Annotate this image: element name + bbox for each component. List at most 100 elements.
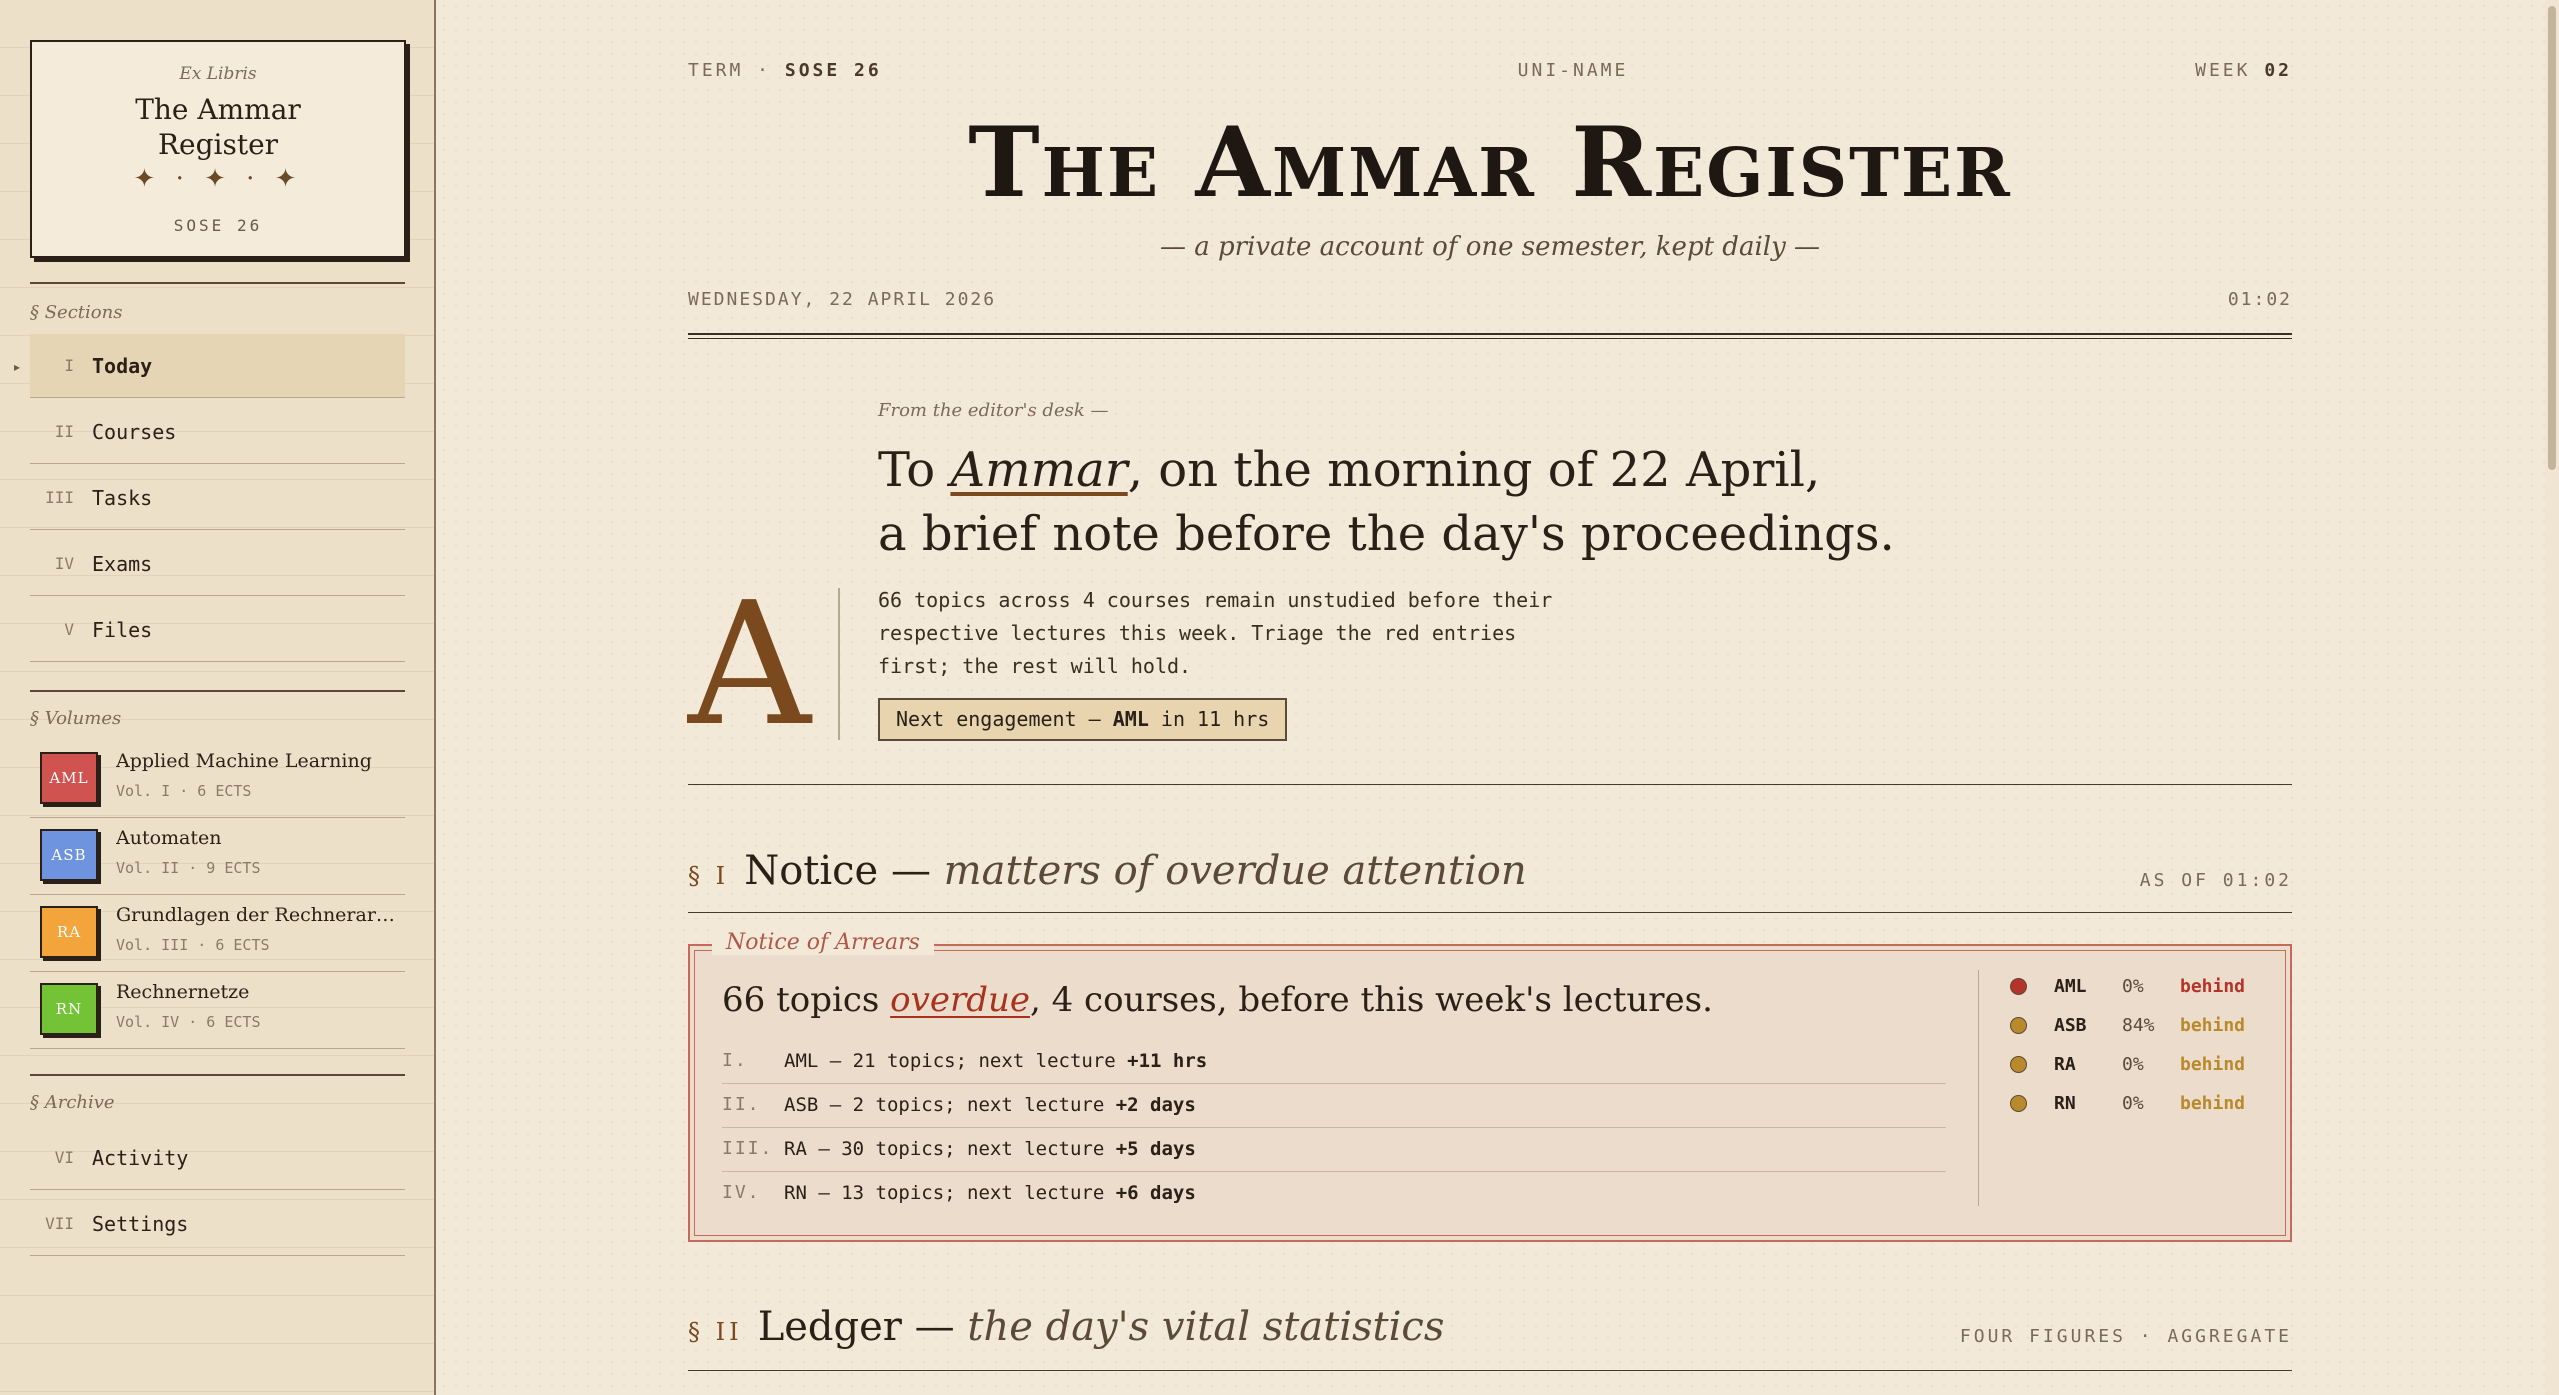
sidebar-divider (30, 690, 405, 692)
sidebar-item-tasks[interactable]: III Tasks (30, 466, 405, 530)
volume-meta: Vol. I · 6 ECTS (116, 782, 252, 800)
status-pct: 0% (2122, 976, 2144, 997)
sidebar-item-num: III (45, 488, 74, 507)
status-dot-icon (2010, 978, 2027, 995)
arrears-row-rn[interactable]: IV. RN — 13 topics; next lecture +6 days (722, 1172, 1946, 1216)
sidebar-item-num: VI (54, 1148, 74, 1167)
arrears-row-desc: AML — 21 topics; next lecture (784, 1050, 1128, 1072)
volume-meta: Vol. III · 6 ECTS (116, 936, 270, 954)
ledger-right-label: FOUR FIGURES · AGGREGATE (1959, 1326, 2292, 1347)
status-state: behind (2180, 1093, 2246, 1114)
week-value: 02 (2264, 60, 2292, 81)
sidebar-item-label: Today (92, 354, 153, 378)
engage-prefix: Next engagement — (896, 707, 1113, 731)
ledger-section-num: § II (688, 1318, 743, 1346)
sidebar-item-courses[interactable]: II Courses (30, 400, 405, 464)
engage-course: AML (1112, 707, 1149, 731)
volume-badge: RN (40, 983, 98, 1035)
headline-pre: 66 topics (722, 980, 891, 1020)
volume-item-asb[interactable]: ASB Automaten Vol. II · 9 ECTS (30, 819, 405, 895)
headline-em: overdue (890, 980, 1030, 1020)
notice-title: Notice — matters of overdue attention (744, 848, 1526, 894)
sidebar-item-activity[interactable]: VI Activity (30, 1126, 405, 1190)
sections-heading: § Sections (30, 302, 123, 323)
exlibris-plate[interactable]: Ex Libris The Ammar Register ✦ · ✦ · ✦ S… (30, 40, 406, 258)
arrears-row-desc: ASB — 2 topics; next lecture (784, 1094, 1116, 1116)
arrears-row-text: RA — 30 topics; next lecture +5 days (784, 1138, 1196, 1160)
arrears-row-desc: RA — 30 topics; next lecture (784, 1138, 1116, 1160)
sidebar-item-num: VII (45, 1214, 74, 1233)
week-indicator: WEEK 02 (2092, 60, 2292, 81)
volume-meta: Vol. II · 9 ECTS (116, 859, 261, 877)
greet-line2: a brief note before the day's proceeding… (878, 506, 1895, 562)
arrears-row-ra[interactable]: III. RA — 30 topics; next lecture +5 day… (722, 1128, 1946, 1172)
section-rule (688, 784, 2292, 785)
scrollbar-track[interactable] (2545, 0, 2559, 1395)
arrears-row-asb[interactable]: II. ASB — 2 topics; next lecture +2 days (722, 1084, 1946, 1128)
section-rule (688, 1370, 2292, 1371)
sidebar-item-label: Activity (92, 1146, 189, 1170)
greet-prefix: To (878, 442, 951, 498)
arrears-row-num: I. (722, 1050, 748, 1071)
notice-title-sub: matters of overdue attention (943, 848, 1527, 894)
exlibris-name-line1: The Ammar (135, 93, 301, 126)
sidebar-item-files[interactable]: V Files (30, 598, 405, 662)
volume-item-ra[interactable]: RA Grundlagen der Rechnerarc... Vol. III… (30, 896, 405, 972)
sidebar-item-label: Exams (92, 552, 153, 576)
volumes-heading: § Volumes (30, 708, 122, 729)
greet-rest: , on the morning of 22 April, (1127, 442, 1821, 498)
ledger-title-sub: the day's vital statistics (967, 1304, 1445, 1350)
status-code: RA (2054, 1054, 2076, 1075)
ledger-title: Ledger — the day's vital statistics (758, 1304, 1445, 1350)
date-line: WEDNESDAY, 22 APRIL 2026 (688, 289, 997, 310)
term-label: TERM · (688, 60, 785, 81)
status-state: behind (2180, 976, 2246, 997)
exlibris-name-line2: Register (157, 128, 279, 161)
notice-heading: § I Notice — matters of overdue attentio… (688, 848, 1527, 894)
status-dot-icon (2010, 1095, 2027, 1112)
ornament-stars-icon: ✦ · ✦ · ✦ (133, 164, 303, 194)
status-state: behind (2180, 1054, 2246, 1075)
engage-suffix: in 11 hrs (1148, 707, 1270, 731)
exlibris-term: SOSE 26 (173, 216, 263, 235)
exlibris-tag: Ex Libris (179, 64, 257, 84)
arrears-row-eta: +2 days (1115, 1094, 1196, 1116)
masthead-title: The Ammar Register (968, 106, 2012, 219)
sidebar-item-exams[interactable]: IV Exams (30, 532, 405, 596)
volume-item-aml[interactable]: AML Applied Machine Learning Vol. I · 6 … (30, 742, 405, 818)
volume-title: Grundlagen der Rechnerarc... (116, 904, 396, 926)
greeting: To Ammar, on the morning of 22 April, a … (878, 438, 1978, 566)
status-code: RN (2054, 1093, 2076, 1114)
notice-asof: AS OF 01:02 (2139, 870, 2292, 891)
sidebar-item-settings[interactable]: VII Settings (30, 1192, 405, 1256)
arrears-row-num: IV. (722, 1182, 761, 1203)
masthead-rule (688, 333, 2292, 339)
arrears-legend: Notice of Arrears (712, 930, 934, 955)
notice-title-main: Notice (744, 848, 879, 894)
sidebar-item-num: IV (54, 554, 74, 573)
sidebar-item-label: Tasks (92, 486, 153, 510)
dropcap-divider (838, 588, 840, 740)
volume-badge: AML (40, 752, 98, 804)
arrears-row-text: RN — 13 topics; next lecture +6 days (784, 1182, 1196, 1204)
sidebar: Ex Libris The Ammar Register ✦ · ✦ · ✦ S… (0, 0, 436, 1395)
ledger-title-main: Ledger (757, 1304, 902, 1350)
uni-name: UNI-NAME (1517, 60, 1629, 81)
status-code: ASB (2054, 1015, 2087, 1036)
volume-title: Applied Machine Learning (116, 750, 372, 772)
arrears-row-eta: +5 days (1115, 1138, 1196, 1160)
sidebar-item-today[interactable]: I Today (30, 334, 405, 398)
sidebar-item-label: Courses (92, 420, 177, 444)
drop-cap: A (688, 566, 811, 764)
volume-title: Rechnernetze (116, 981, 250, 1003)
arrears-row-num: III. (722, 1138, 774, 1159)
sidebar-item-num: II (54, 422, 74, 441)
greet-name: Ammar (950, 442, 1128, 498)
scrollbar-thumb[interactable] (2548, 6, 2556, 470)
volume-item-rn[interactable]: RN Rechnernetze Vol. IV · 6 ECTS (30, 973, 405, 1049)
sidebar-item-label: Files (92, 618, 153, 642)
volume-badge: RA (40, 906, 98, 958)
arrears-row-aml[interactable]: I. AML — 21 topics; next lecture +11 hrs (722, 1040, 1946, 1084)
exlibris-name: The Ammar Register (32, 92, 404, 162)
next-engagement-button[interactable]: Next engagement — AML in 11 hrs (878, 698, 1288, 741)
